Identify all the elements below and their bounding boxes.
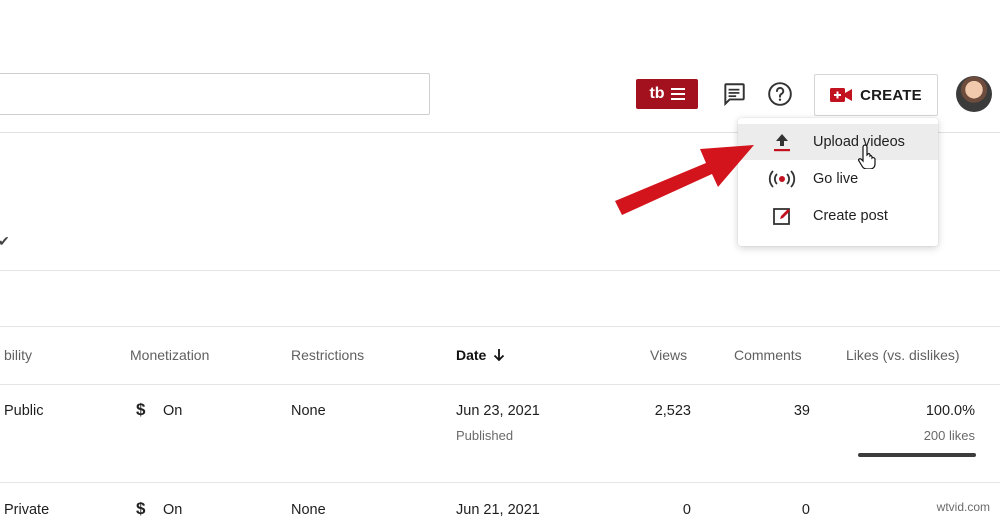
create-button[interactable]: CREATE [814, 74, 938, 116]
monetization-dollar-icon: $ [136, 499, 146, 518]
divider [0, 384, 1000, 385]
divider [0, 270, 1000, 271]
upload-icon [766, 131, 798, 153]
edit-post-icon [766, 206, 798, 226]
monetization-dollar-icon: $ [136, 400, 146, 419]
column-header-views[interactable]: Views [650, 347, 687, 363]
red-pointer-arrow [615, 145, 754, 215]
video-camera-plus-icon [830, 88, 853, 102]
restrictions-value: None [291, 403, 326, 419]
help-icon [768, 82, 792, 106]
column-header-monetization[interactable]: Monetization [130, 347, 209, 363]
comments-value[interactable]: 39 [794, 403, 810, 419]
comments-value[interactable]: 0 [802, 502, 810, 518]
date-value: Jun 21, 2021 [456, 502, 540, 518]
column-header-visibility[interactable]: bility [4, 347, 32, 363]
tubebuddy-logo: tb [649, 85, 665, 102]
tubebuddy-menu-button[interactable]: tb [636, 79, 698, 109]
hamburger-icon [670, 85, 685, 103]
likes-ratio-bar [858, 453, 976, 457]
filter-check-icon: ✔ [0, 233, 10, 249]
column-header-comments[interactable]: Comments [734, 347, 802, 363]
restrictions-value: None [291, 502, 326, 518]
browser-top-area [0, 0, 1000, 57]
feedback-button[interactable] [718, 78, 750, 110]
views-value: 0 [682, 502, 691, 518]
help-button[interactable] [764, 78, 796, 110]
divider [0, 326, 1000, 327]
column-header-restrictions[interactable]: Restrictions [291, 347, 364, 363]
column-header-date[interactable]: Date [456, 347, 506, 363]
monetization-value[interactable]: On [163, 403, 182, 419]
monetization-value[interactable]: On [163, 502, 182, 518]
views-value: 2,523 [654, 403, 691, 419]
sort-down-arrow-icon [494, 349, 505, 362]
search-input[interactable] [0, 73, 430, 115]
hand-cursor-icon [858, 144, 876, 169]
date-value: Jun 23, 2021 [456, 403, 540, 419]
menu-item-label: Create post [813, 208, 888, 224]
visibility-value[interactable]: Public [4, 403, 44, 419]
likes-percent: 100.0% [925, 403, 975, 419]
visibility-value[interactable]: Private [4, 502, 49, 518]
likes-count: 200 likes [923, 428, 975, 443]
account-avatar[interactable] [956, 76, 992, 112]
watermark-text: wtvid.com [936, 500, 990, 514]
divider [0, 482, 1000, 483]
feedback-icon [724, 83, 745, 107]
create-button-label: CREATE [860, 86, 922, 104]
live-broadcast-icon [766, 169, 798, 189]
column-header-date-label: Date [456, 347, 487, 363]
publish-status: Published [456, 428, 514, 443]
menu-item-label: Go live [813, 171, 859, 187]
column-header-likes[interactable]: Likes (vs. dislikes) [846, 347, 960, 363]
